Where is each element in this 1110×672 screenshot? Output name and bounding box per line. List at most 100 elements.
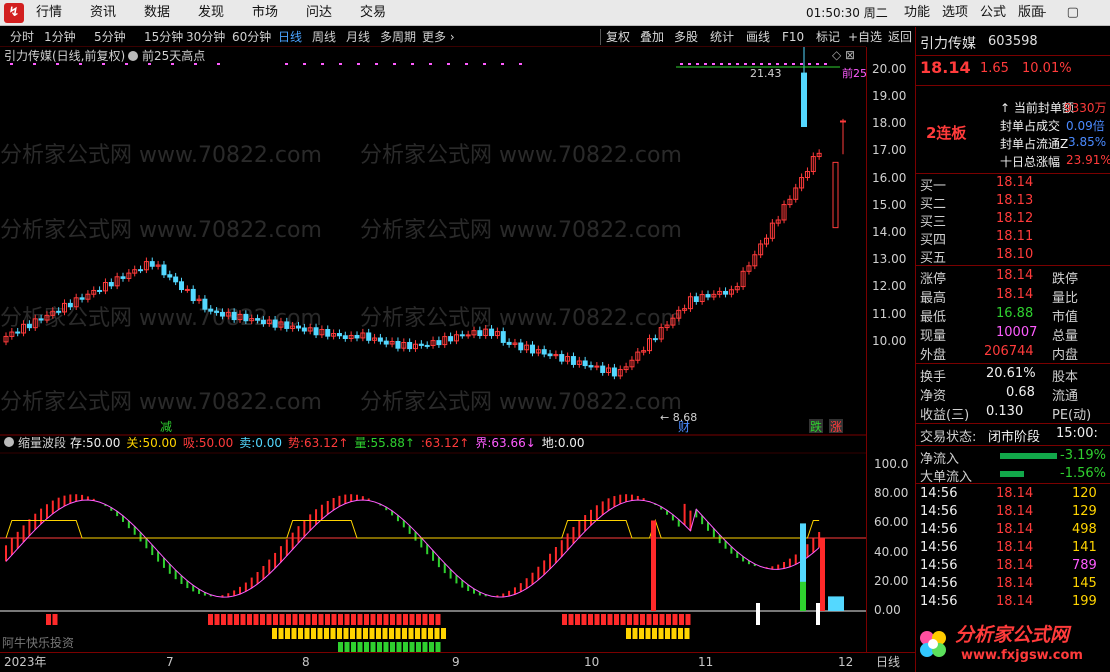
watermark-text: 分析家公式网 www.70822.com [0, 390, 322, 415]
xi-bar [299, 614, 304, 625]
period-daily[interactable]: 日线 [278, 27, 302, 47]
period-1min[interactable]: 1分钟 [44, 27, 76, 47]
tool-zixuan[interactable]: +自选 [848, 27, 882, 47]
candle-body [424, 344, 430, 347]
tool-f10[interactable]: F10 [782, 27, 804, 47]
period-60min[interactable]: 60分钟 [232, 27, 271, 47]
candle-body [652, 338, 658, 341]
xi-bar [568, 614, 574, 625]
tick-price: 18.14 [996, 576, 1034, 591]
period-more[interactable]: 更多 › [422, 27, 455, 47]
candle-body [418, 343, 424, 346]
menu-faxian[interactable]: 发现 [198, 0, 224, 26]
guan-bar [304, 628, 310, 639]
menu-wenda[interactable]: 问达 [306, 0, 332, 26]
tool-diejia[interactable]: 叠加 [640, 27, 664, 47]
subchart-dot-icon[interactable] [4, 437, 14, 447]
high-label: 21.43 [750, 67, 782, 80]
period-30min[interactable]: 30分钟 [186, 27, 225, 47]
candle-body [354, 334, 360, 339]
guan-bar [428, 628, 433, 639]
dot-marker [375, 63, 378, 65]
tool-fuquan[interactable]: 复权 [606, 27, 630, 47]
xi-bar [292, 614, 298, 625]
guan-bar [684, 628, 690, 639]
xi-bar [672, 614, 678, 625]
menu-shuju[interactable]: 数据 [144, 0, 170, 26]
indicator-param: 界:63.66↓ [475, 436, 536, 450]
tick-volume: 141 [1072, 540, 1097, 555]
tool-duogu[interactable]: 多股 [674, 27, 698, 47]
seal-amount-value: 9330万 [1064, 101, 1107, 115]
di-bar [756, 603, 760, 625]
subchart-name[interactable]: 缩量波段 [18, 435, 66, 451]
candle-body [611, 367, 617, 377]
menu-hangqing[interactable]: 行情 [36, 0, 62, 26]
period-weekly[interactable]: 周线 [312, 27, 336, 47]
watermark-text: 分析家公式网 www.70822.com [360, 306, 682, 331]
xi-bar [646, 614, 652, 625]
indicator-param: 地:0.00 [541, 436, 585, 450]
candle-body [167, 274, 173, 278]
time-tick: 10 [584, 655, 600, 669]
guan-bar [402, 628, 407, 639]
volume-bar [800, 581, 806, 611]
seal-float-label: 封单占流通Z [1000, 137, 1069, 151]
dot-marker [357, 63, 360, 65]
bid-price: 18.14 [996, 175, 1034, 190]
menu-jiaoyi[interactable]: 交易 [360, 0, 386, 26]
candle-body [190, 288, 196, 302]
menu-shichang[interactable]: 市场 [252, 0, 278, 26]
candle-body [506, 341, 512, 345]
period-5min[interactable]: 5分钟 [94, 27, 126, 47]
tool-fanhui[interactable]: 返回 [888, 27, 912, 47]
tick-time: 14:56 [920, 522, 958, 537]
tick-price: 18.14 [996, 558, 1034, 573]
indicator-dot-icon[interactable] [128, 51, 138, 61]
dot-marker [736, 63, 739, 65]
period-multi[interactable]: 多周期 [380, 27, 416, 47]
xi-bar [240, 614, 246, 625]
period-fenshi[interactable]: 分时 [10, 27, 34, 47]
event-marker: 跌 [810, 419, 822, 434]
candle-body [477, 330, 483, 337]
indicator-name[interactable]: 前25天高点 [142, 48, 205, 64]
candle-body [723, 290, 729, 295]
app-logo-icon[interactable]: ↯ [4, 3, 24, 23]
tool-tongji[interactable]: 统计 [710, 27, 734, 47]
xi-bar [666, 614, 671, 625]
candle-body [570, 356, 576, 365]
tick-price: 18.14 [996, 486, 1034, 501]
dot-marker [501, 63, 504, 65]
time-tick: 12 [838, 655, 854, 669]
site-badge: 分析家公式网 www.fxjgsw.com [905, 618, 1105, 668]
menu-xuanxiang[interactable]: 选项 [942, 0, 968, 26]
chart-settings-icon[interactable]: ◇ ⊠ [832, 48, 855, 62]
period-15min[interactable]: 15分钟 [144, 27, 183, 47]
watermark-layer: 分析家公式网 www.70822.com 分析家公式网 www.70822.co… [0, 143, 682, 415]
xi-bar [429, 614, 434, 625]
menu-zixun[interactable]: 资讯 [90, 0, 116, 26]
tool-biaoji[interactable]: 标记 [816, 27, 840, 47]
menu-gongshi[interactable]: 公式 [980, 0, 1006, 26]
period-monthly[interactable]: 月线 [346, 27, 370, 47]
indicator-param: 势:63.12↑ [287, 436, 349, 450]
candle-body [284, 321, 290, 329]
quote-label-right: 总量 [1052, 329, 1079, 344]
fund-value: 20.61% [986, 366, 1036, 381]
chart-canvas[interactable]: 分析家公式网 www.70822.com 分析家公式网 www.70822.co… [0, 47, 866, 652]
window-controls[interactable]: – ▢ ✕ [1040, 0, 1110, 46]
dot-marker [712, 63, 715, 65]
indicator-tick: 40.00 [874, 544, 909, 559]
candle-body [301, 327, 307, 332]
tick-time: 14:56 [920, 540, 958, 555]
last-price: 18.14 [920, 58, 971, 77]
menu-gongneng[interactable]: 功能 [904, 0, 930, 26]
quote-label: 涨停 [920, 272, 947, 287]
dot-marker [217, 63, 220, 65]
tool-huaxian[interactable]: 画线 [746, 27, 770, 47]
fund-value: 0.68 [1006, 385, 1035, 400]
dot-marker [808, 63, 811, 65]
candle-body [173, 276, 179, 283]
time-tick: 2023年 [4, 655, 47, 669]
